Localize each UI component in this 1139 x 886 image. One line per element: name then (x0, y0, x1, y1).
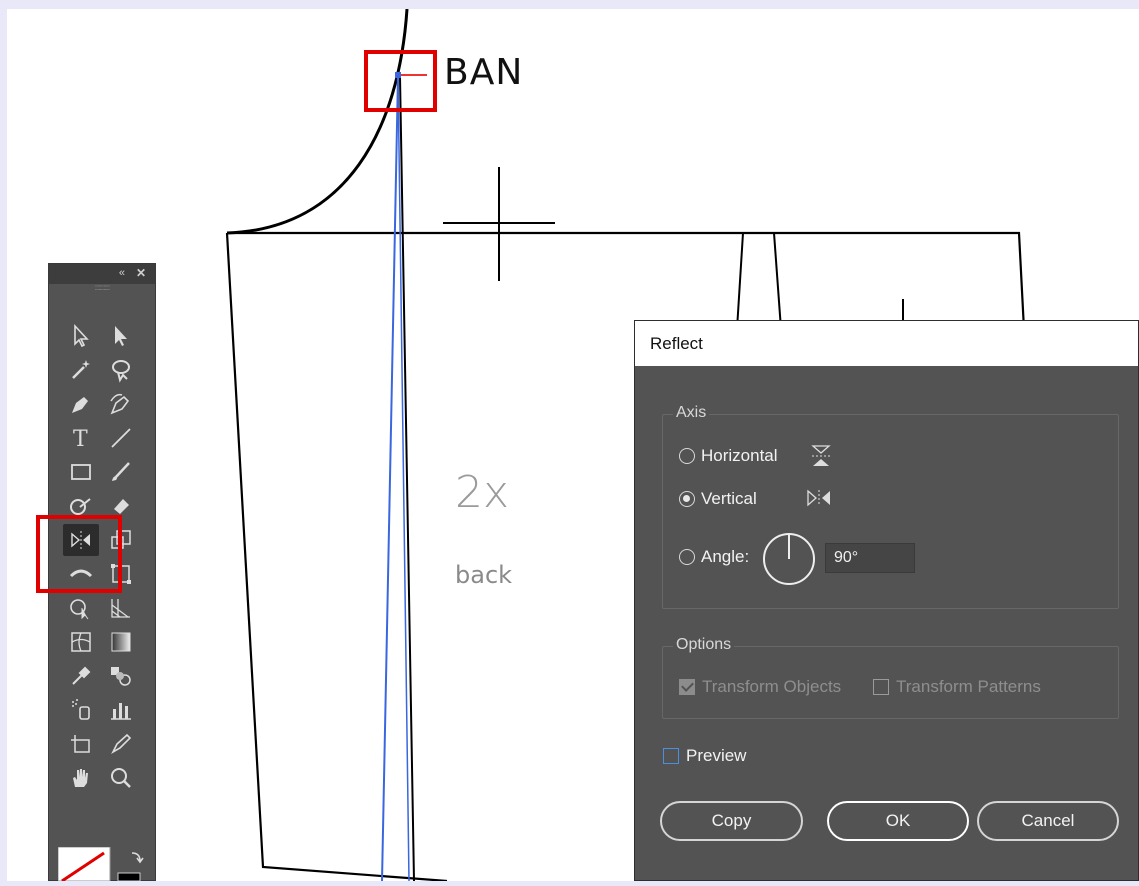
dialog-title: Reflect (635, 321, 1138, 366)
rectangle-tool-icon[interactable] (63, 456, 99, 488)
vertical-axis-icon (807, 489, 830, 507)
shape-builder-tool-icon[interactable] (63, 592, 99, 624)
tools-panel-titlebar[interactable]: « ✕ (49, 264, 155, 284)
gradient-tool-icon[interactable] (103, 626, 139, 658)
dart-line-left (736, 232, 744, 330)
angle-radio-button[interactable] (679, 549, 695, 565)
angle-radio[interactable]: Angle: (679, 547, 749, 567)
axis-group (662, 414, 1119, 609)
vertical-label: Vertical (701, 489, 757, 508)
curvature-tool-icon[interactable] (103, 388, 139, 420)
transform-patterns-box[interactable] (873, 679, 889, 695)
lasso-tool-icon[interactable] (103, 354, 139, 386)
horizontal-radio-button[interactable] (679, 448, 695, 464)
paintbrush-tool-icon[interactable] (103, 456, 139, 488)
angle-label: Angle: (701, 547, 750, 566)
line-segment-tool-icon[interactable] (103, 422, 139, 454)
pen-tool-icon[interactable] (63, 388, 99, 420)
fill-swatch (57, 846, 111, 882)
armhole-curve (226, 9, 409, 235)
svg-text:T: T (73, 427, 88, 451)
art-label-2x: 2x (455, 467, 510, 518)
swap-arrow-icon (131, 852, 144, 864)
horizontal-axis-icon (811, 445, 831, 466)
art-label-back: back (455, 561, 513, 589)
stroke-swatch (117, 872, 141, 882)
reflect-dialog[interactable]: Reflect Axis Horizontal Vertical Angle: … (634, 320, 1139, 881)
angle-dial[interactable] (761, 531, 817, 587)
close-icon[interactable]: ✕ (136, 266, 146, 280)
direct-selection-tool-icon[interactable] (103, 320, 139, 352)
axis-group-label: Axis (673, 404, 710, 422)
hand-tool-icon[interactable] (63, 762, 99, 794)
mesh-tool-icon[interactable] (63, 626, 99, 658)
magic-wand-tool-icon[interactable] (63, 354, 99, 386)
eyedropper-tool-icon[interactable] (63, 660, 99, 692)
art-label-ban: BAN (444, 52, 524, 93)
zoom-tool-icon[interactable] (103, 762, 139, 794)
collapse-icon[interactable]: « (119, 267, 125, 279)
options-group-label: Options (673, 636, 735, 654)
perspective-grid-tool-icon[interactable] (103, 592, 139, 624)
cancel-button[interactable]: Cancel (977, 801, 1119, 841)
type-tool-icon[interactable]: T (63, 422, 99, 454)
copy-button[interactable]: Copy (660, 801, 803, 841)
transform-objects-box[interactable] (679, 679, 695, 695)
selection-tool-icon[interactable] (63, 320, 99, 352)
selected-path-left (381, 74, 399, 881)
transform-patterns-checkbox[interactable]: Transform Patterns (873, 677, 1041, 697)
angle-input[interactable]: 90° (825, 543, 915, 573)
dart-line-right (773, 232, 782, 330)
highlight-reflect-tool-box (36, 515, 122, 593)
symbol-sprayer-tool-icon[interactable] (63, 694, 99, 726)
panel-grip[interactable]: :::::::::::: (49, 284, 155, 294)
preview-box[interactable] (663, 748, 679, 764)
horizontal-label: Horizontal (701, 446, 778, 465)
preview-label: Preview (686, 746, 747, 765)
slice-tool-icon[interactable] (103, 728, 139, 760)
artboard-tool-icon[interactable] (63, 728, 99, 760)
fill-stroke-swatches[interactable] (57, 846, 148, 883)
vertical-radio-button[interactable] (679, 491, 695, 507)
column-graph-tool-icon[interactable] (103, 694, 139, 726)
blend-tool-icon[interactable] (103, 660, 139, 692)
ok-button[interactable]: OK (827, 801, 969, 841)
vertical-radio[interactable]: Vertical (679, 489, 757, 509)
transform-objects-checkbox[interactable]: Transform Objects (679, 677, 841, 697)
horizontal-radio[interactable]: Horizontal (679, 446, 778, 466)
transform-patterns-label: Transform Patterns (896, 677, 1041, 696)
highlight-anchor-box (364, 50, 437, 112)
preview-checkbox[interactable]: Preview (663, 746, 746, 766)
pattern-left-edge (225, 232, 448, 881)
transform-objects-label: Transform Objects (702, 677, 842, 696)
